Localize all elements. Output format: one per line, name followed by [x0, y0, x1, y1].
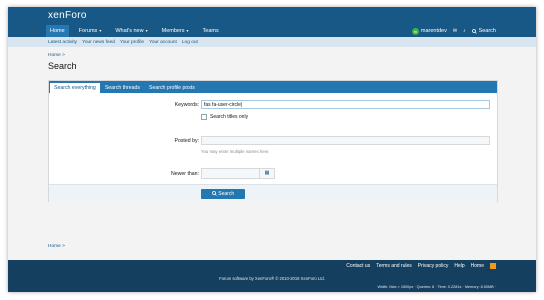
search-titles-label: Search titles only [210, 114, 249, 120]
nav-members-label: Members [161, 28, 185, 34]
footer-help-link[interactable]: Help [454, 263, 464, 269]
site-header: xenForo [8, 7, 536, 25]
subnav-account[interactable]: Your account [149, 40, 177, 45]
posted-by-hint: You may enter multiple names here. [201, 149, 270, 154]
newer-than-label: Newer than: [171, 171, 199, 177]
main-nav: Home Forums ▾ What's new ▾ Members ▾ Teams … [8, 25, 536, 37]
rss-icon[interactable] [490, 263, 496, 269]
chevron-down-icon[interactable]: ▾ [187, 28, 189, 33]
nav-home[interactable]: Home [46, 25, 69, 37]
form-submit-row: Search [49, 184, 497, 202]
nav-whats-new-label: What's new [115, 28, 144, 34]
footer-privacy-link[interactable]: Privacy policy [418, 263, 449, 269]
posted-by-input[interactable] [201, 136, 490, 145]
breadcrumb-bottom[interactable]: Home > [48, 244, 65, 249]
browser-window: xenForo Home Forums ▾ What's new ▾ Members… [8, 7, 536, 292]
posted-by-label: Posted by: [174, 138, 199, 144]
site-footer: Contact us Terms and rules Privacy polic… [8, 260, 536, 292]
nav-whats-new[interactable]: What's new ▾ [111, 25, 151, 37]
newer-than-date-input[interactable]: ▦ [201, 168, 275, 179]
keywords-value: fas fa-user-circle [204, 102, 241, 108]
search-titles-checkbox[interactable]: Search titles only [201, 114, 248, 120]
search-button-label: Search [218, 191, 235, 197]
subnav-logout[interactable]: Log out [182, 40, 198, 45]
nav-search-label: Search [478, 28, 496, 34]
chevron-down-icon[interactable]: ▾ [99, 28, 101, 33]
breadcrumb[interactable]: Home > [48, 53, 536, 58]
search-icon [212, 191, 217, 196]
nav-members[interactable]: Members ▾ [158, 25, 193, 37]
checkbox-box[interactable] [201, 114, 207, 120]
username-link[interactable]: marentdev [421, 28, 447, 34]
footer-stats: Width: Max > 1500px · Queries: 8 · Time:… [377, 285, 497, 289]
search-button[interactable]: Search [201, 189, 245, 199]
nav-teams[interactable]: Teams [199, 25, 223, 37]
subnav-profile[interactable]: Your profile [120, 40, 144, 45]
footer-home-link[interactable]: Home [471, 263, 484, 269]
subnav-latest-activity[interactable]: Latest activity [48, 40, 77, 45]
nav-forums[interactable]: Forums ▾ [75, 25, 106, 37]
tab-search-threads[interactable]: Search threads [101, 83, 144, 93]
keywords-label: Keywords: [174, 102, 199, 108]
nav-teams-label: Teams [202, 28, 219, 34]
chevron-down-icon[interactable]: ▾ [146, 28, 148, 33]
search-panel: Search everything Search threads Search … [48, 80, 498, 202]
footer-terms-link[interactable]: Terms and rules [376, 263, 412, 269]
tab-search-profile-posts[interactable]: Search profile posts [145, 83, 199, 93]
search-icon [471, 28, 477, 34]
keywords-input[interactable]: fas fa-user-circle| [201, 100, 490, 109]
page-title: Search [48, 61, 77, 71]
search-tabs: Search everything Search threads Search … [49, 81, 497, 93]
nav-forums-label: Forums [78, 28, 98, 34]
calendar-icon[interactable]: ▦ [259, 169, 274, 178]
subnav-news-feed[interactable]: Your news feed [82, 40, 115, 45]
tab-search-everything[interactable]: Search everything [50, 82, 100, 93]
bell-icon[interactable]: ♪ [463, 28, 466, 34]
user-nav: m marentdev ✉ ♪ Search [411, 25, 496, 37]
footer-links: Contact us Terms and rules Privacy polic… [340, 263, 496, 269]
avatar[interactable]: m [411, 27, 419, 35]
nav-search-button[interactable]: Search [471, 28, 496, 34]
envelope-icon[interactable]: ✉ [453, 28, 457, 34]
sub-nav: Latest activity Your news feed Your prof… [8, 37, 536, 47]
site-logo[interactable]: xenForo [48, 10, 87, 21]
footer-copyright: Forum software by XenForo® © 2010-2019 X… [219, 276, 325, 281]
nav-home-label: Home [50, 28, 65, 34]
footer-contact-link[interactable]: Contact us [346, 263, 370, 269]
